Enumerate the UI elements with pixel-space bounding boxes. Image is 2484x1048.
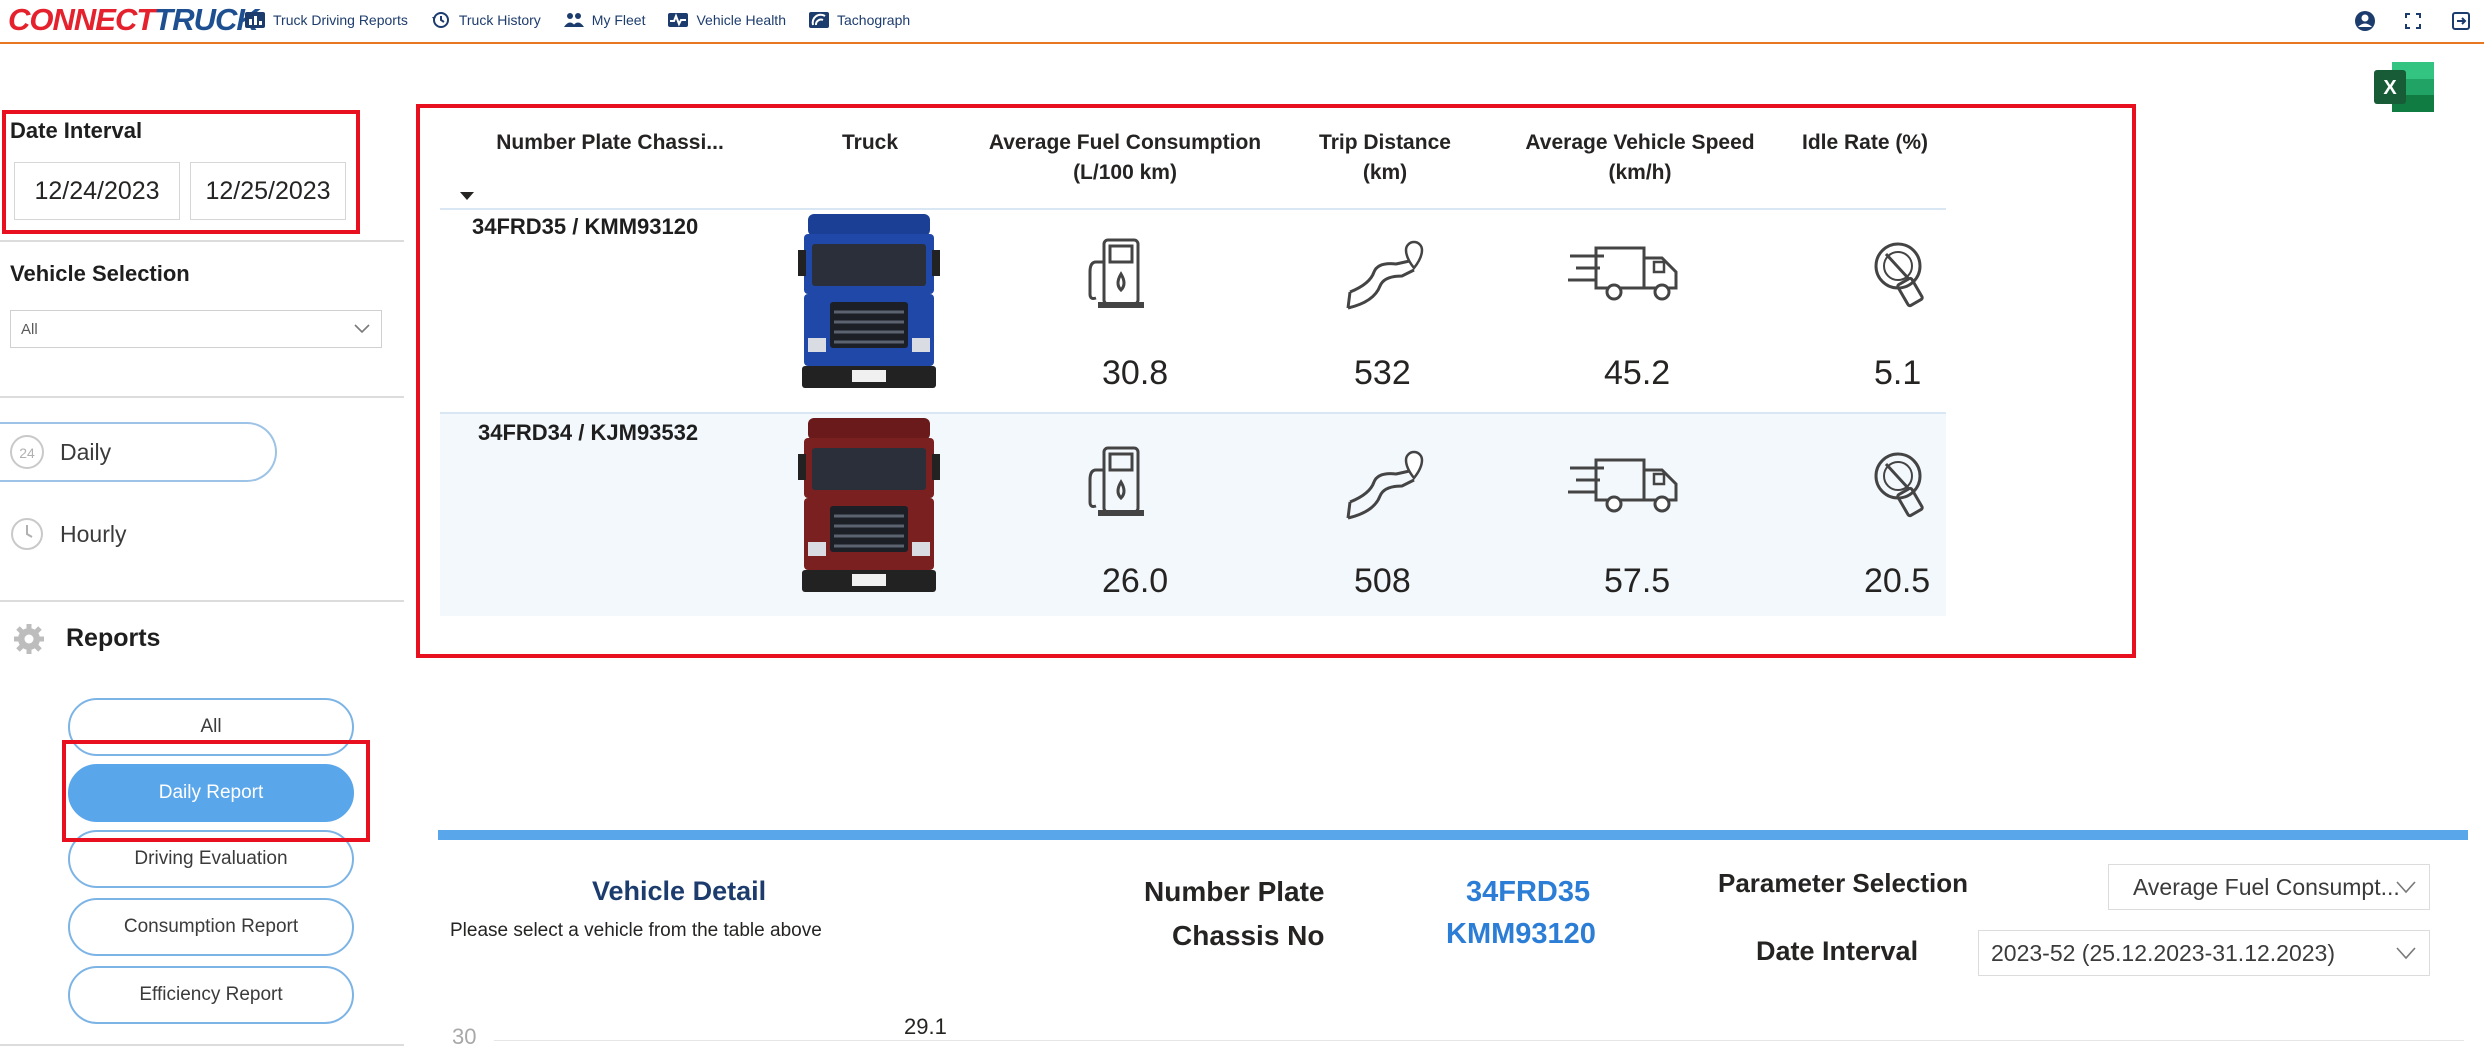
date-interval-label: Date Interval [10,118,143,143]
svg-text:X: X [2383,77,2397,99]
report-consumption-button[interactable]: Consumption Report [68,898,354,956]
nav-truck-driving-reports[interactable]: Truck Driving Reports [244,11,408,29]
column-header-distance[interactable]: Trip Distance (km) [1300,128,1470,188]
nav-my-fleet[interactable]: My Fleet [563,11,646,29]
report-all-button[interactable]: All [68,698,354,756]
nav-label: Truck History [458,12,541,28]
section-divider-bar [438,830,2468,840]
nav-vehicle-health[interactable]: Vehicle Health [667,11,786,29]
report-driving-evaluation-button[interactable]: Driving Evaluation [68,830,354,888]
divider [0,1044,404,1046]
chevron-down-icon [2396,947,2416,960]
report-efficiency-button[interactable]: Efficiency Report [68,966,354,1024]
row-plate: 34FRD34 / KJM93532 [478,420,699,445]
nav-label: Vehicle Health [696,12,786,28]
fleet-people-icon [563,13,584,27]
fuel-value: 30.8 [1102,354,1169,392]
speed-value: 45.2 [1604,354,1671,392]
fuel-value: 26.0 [1102,562,1169,600]
logo-text-part1: CONNECT [8,2,155,37]
number-plate-value: 34FRD35 [1466,876,1591,908]
column-header-speed[interactable]: Average Vehicle Speed (km/h) [1500,128,1780,188]
period-label-daily: Daily [60,438,112,465]
route-distance-icon [1346,240,1424,310]
nav-truck-history[interactable]: Truck History [430,11,541,29]
chart-data-label: 29.1 [904,1014,947,1039]
svg-text:24: 24 [19,445,35,461]
excel-export-icon[interactable]: X [2372,60,2436,114]
period-toggle-daily[interactable]: 24 Daily [0,422,277,482]
idle-gauge-icon [1874,452,1924,518]
parameter-selection-dropdown[interactable]: Average Fuel Consumpt... [2108,864,2430,910]
truck-speed-icon [1568,246,1678,301]
vehicle-detail-title: Vehicle Detail [592,876,767,906]
detail-date-interval-label: Date Interval [1756,936,1919,966]
speed-value: 57.5 [1604,562,1671,600]
nav-label: Truck Driving Reports [273,12,408,28]
column-header-plate[interactable]: Number Plate Chassi... [470,128,750,158]
history-icon [431,12,449,28]
column-header-fuel[interactable]: Average Fuel Consumption (L/100 km) [980,128,1270,188]
logout-icon[interactable] [2450,10,2472,32]
number-plate-label: Number Plate [1144,876,1325,907]
truck-image [798,418,940,592]
chassis-value: KMM93120 [1446,918,1596,950]
chart-gridline [494,1040,2464,1041]
chevron-down-icon [2396,881,2416,894]
column-header-truck[interactable]: Truck [780,128,960,158]
divider [0,240,404,242]
gear-icon [14,624,44,654]
divider [0,396,404,398]
nav-tachograph[interactable]: Tachograph [808,11,910,29]
vehicle-health-icon [668,13,689,27]
chevron-down-icon [354,324,370,334]
column-header-idle[interactable]: Idle Rate (%) [1790,128,1940,158]
date-start-input[interactable]: 12/24/2023 [14,162,180,220]
nav-label: Tachograph [837,12,911,28]
24h-icon: 24 [10,435,44,469]
connectruck-logo[interactable]: CONNECTTRUCK [8,2,259,38]
account-icon[interactable] [2354,10,2376,32]
nav-label: My Fleet [591,12,646,28]
top-navigation-bar: CONNECTTRUCK Truck Driving Reports Truck… [0,0,2484,44]
route-distance-icon [1346,450,1424,520]
fuel-pump-icon [1088,238,1144,308]
period-toggle-hourly[interactable]: Hourly [0,504,126,564]
parameter-selection-value: Average Fuel Consumpt... [2133,873,2400,900]
distance-value: 508 [1354,562,1411,600]
vehicle-selection-label: Vehicle Selection [10,261,190,286]
reports-title: Reports [66,624,161,652]
report-daily-button[interactable]: Daily Report [68,764,354,822]
idle-value: 20.5 [1864,562,1931,600]
tachograph-icon [809,12,829,28]
vehicle-selection-value: All [21,320,38,338]
date-end-input[interactable]: 12/25/2023 [190,162,346,220]
period-label-hourly: Hourly [60,520,127,547]
fullscreen-icon[interactable] [2402,10,2424,32]
table-row[interactable] [440,210,1946,412]
distance-value: 532 [1354,354,1411,392]
main-nav: Truck Driving Reports Truck History My F… [244,0,910,40]
idle-value: 5.1 [1874,354,1922,392]
bar-chart-icon [245,12,265,28]
top-right-actions [2354,10,2472,32]
parameter-selection-label: Parameter Selection [1718,868,1969,898]
detail-date-interval-value: 2023-52 (25.12.2023-31.12.2023) [1991,939,2336,966]
vehicle-detail-hint: Please select a vehicle from the table a… [450,920,822,941]
fuel-pump-icon [1088,446,1144,516]
divider [0,600,404,602]
detail-date-interval-dropdown[interactable]: 2023-52 (25.12.2023-31.12.2023) [1978,930,2430,976]
chart-axis-tick: 30 [452,1024,477,1048]
idle-gauge-icon [1874,242,1924,308]
sort-descending-icon[interactable] [460,192,474,200]
chassis-label: Chassis No [1172,920,1325,951]
clock-icon [11,518,43,550]
row-plate: 34FRD35 / KMM93120 [472,214,699,239]
truck-speed-icon [1568,458,1678,513]
truck-image [798,214,940,388]
vehicle-selection-dropdown[interactable]: All [10,310,382,348]
